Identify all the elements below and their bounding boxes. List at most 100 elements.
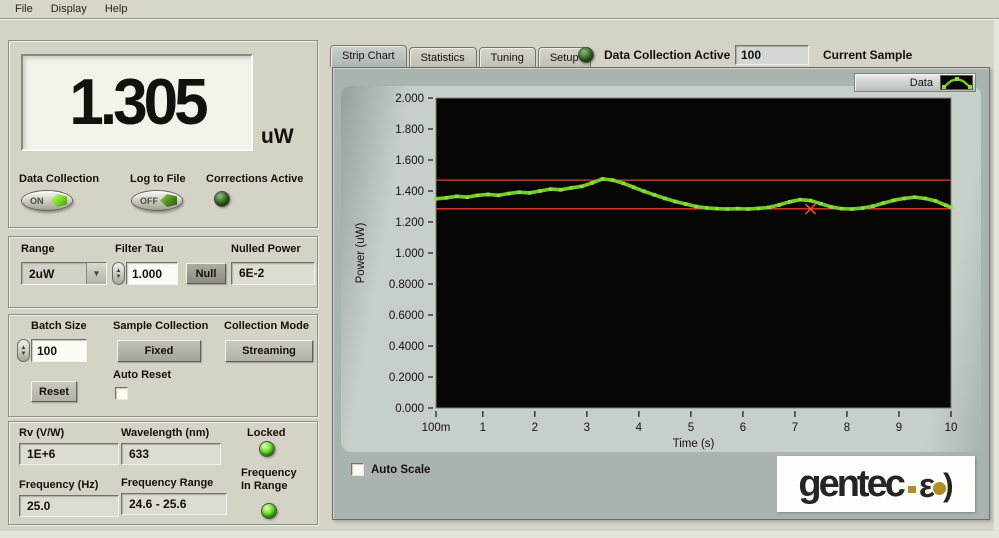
chevron-down-icon[interactable]: ▼ bbox=[86, 263, 106, 284]
data-point-marker bbox=[902, 197, 906, 201]
y-axis-tick-label: 1.200 bbox=[395, 217, 424, 229]
menu-display[interactable]: Display bbox=[42, 1, 96, 17]
rv-label: Rv (V/W) bbox=[19, 427, 64, 439]
tab-tuning[interactable]: Tuning bbox=[479, 47, 536, 67]
range-dropdown[interactable]: 2uW ▼ bbox=[21, 262, 107, 285]
power-readout-display: 1.305 bbox=[21, 54, 253, 151]
data-point-marker bbox=[778, 203, 782, 207]
x-axis-tick-label: 2 bbox=[532, 422, 538, 434]
current-sample-field[interactable] bbox=[735, 45, 809, 65]
collection-panel: Batch Size Sample Collection Collection … bbox=[8, 314, 318, 417]
x-axis-tick-label: 1 bbox=[480, 422, 486, 434]
tab-strip: Strip Chart Statistics Tuning Setup bbox=[330, 44, 593, 67]
data-point-marker bbox=[632, 185, 636, 189]
y-axis-tick-label: 0.2000 bbox=[389, 372, 424, 384]
data-point-marker bbox=[663, 197, 667, 201]
nulled-power-field: 6E-2 bbox=[231, 262, 315, 285]
power-readout-unit: uW bbox=[261, 125, 294, 149]
x-axis-tick-label: 10 bbox=[945, 422, 958, 434]
data-point-marker bbox=[455, 194, 459, 198]
legend-series-label: Data bbox=[910, 77, 933, 89]
y-axis-title: Power (uW) bbox=[355, 222, 367, 283]
frequency-in-range-label-line1: Frequency bbox=[241, 467, 297, 479]
data-point-marker bbox=[684, 202, 688, 206]
null-button[interactable]: Null bbox=[186, 263, 226, 284]
nulled-power-label: Nulled Power bbox=[231, 243, 301, 255]
data-point-marker bbox=[673, 200, 677, 204]
sample-collection-button[interactable]: Fixed bbox=[117, 340, 201, 362]
batch-size-spinner[interactable]: ▲ ▼ bbox=[17, 339, 30, 362]
toggle-arrow-icon bbox=[160, 194, 177, 207]
frequency-label: Frequency (Hz) bbox=[19, 479, 98, 491]
log-to-file-toggle[interactable]: OFF bbox=[131, 190, 183, 211]
chart-legend[interactable]: Data bbox=[854, 73, 976, 92]
data-collection-toggle[interactable]: ON bbox=[21, 190, 73, 211]
tab-strip-chart[interactable]: Strip Chart bbox=[330, 45, 407, 67]
range-label: Range bbox=[21, 243, 55, 255]
gentec-logo-word: gentec bbox=[798, 463, 902, 506]
y-axis-tick-label: 0.8000 bbox=[389, 279, 424, 291]
tab-statistics[interactable]: Statistics bbox=[409, 47, 477, 67]
y-axis-tick-label: 0.6000 bbox=[389, 310, 424, 322]
sample-collection-label: Sample Collection bbox=[113, 320, 208, 332]
x-axis-tick-label: 9 bbox=[896, 422, 902, 434]
data-point-marker bbox=[788, 200, 792, 204]
x-axis-tick-label: 6 bbox=[740, 422, 746, 434]
data-point-marker bbox=[798, 198, 802, 202]
sensor-panel: Rv (V/W) Wavelength (nm) Locked 1E+6 633… bbox=[8, 421, 318, 525]
spinner-down-icon[interactable]: ▼ bbox=[21, 351, 27, 357]
data-point-marker bbox=[528, 191, 532, 195]
data-point-marker bbox=[517, 190, 521, 194]
strip-chart-page: 2.0001.8001.6001.4001.2001.0000.80000.60… bbox=[332, 67, 990, 520]
data-point-marker bbox=[434, 197, 438, 201]
frequency-range-label: Frequency Range bbox=[121, 477, 213, 489]
frequency-in-range-label-line2: In Range bbox=[241, 480, 287, 492]
filter-tau-label: Filter Tau bbox=[115, 243, 164, 255]
filter-tau-spinner[interactable]: ▲ ▼ bbox=[112, 262, 125, 285]
collection-mode-button[interactable]: Streaming bbox=[225, 340, 313, 362]
rv-field: 1E+6 bbox=[19, 443, 119, 465]
wavelength-field: 633 bbox=[121, 443, 221, 465]
reset-button[interactable]: Reset bbox=[31, 381, 77, 402]
power-readout-value: 1.305 bbox=[69, 66, 204, 140]
data-point-marker bbox=[621, 181, 625, 185]
x-axis-tick-label: 3 bbox=[584, 422, 590, 434]
menu-file[interactable]: File bbox=[6, 1, 42, 17]
data-point-marker bbox=[497, 194, 501, 198]
filter-tau-field[interactable] bbox=[126, 262, 178, 285]
data-collection-toggle-state: ON bbox=[27, 196, 50, 206]
data-point-marker bbox=[705, 206, 709, 210]
frequency-field: 25.0 bbox=[19, 495, 119, 517]
x-axis-tick-label: 8 bbox=[844, 422, 850, 434]
data-point-marker bbox=[746, 207, 750, 211]
data-point-marker bbox=[465, 195, 469, 199]
range-dropdown-value: 2uW bbox=[22, 267, 86, 281]
data-point-marker bbox=[507, 192, 511, 196]
auto-scale-checkbox[interactable] bbox=[351, 463, 364, 476]
gentec-logo-dash bbox=[908, 486, 916, 493]
menu-help[interactable]: Help bbox=[96, 1, 137, 17]
sample-collection-value: Fixed bbox=[145, 345, 174, 357]
batch-size-field[interactable] bbox=[31, 339, 87, 362]
data-point-marker bbox=[549, 187, 553, 191]
data-point-marker bbox=[757, 207, 761, 211]
data-point-marker bbox=[486, 193, 490, 197]
corrections-active-label: Corrections Active bbox=[206, 173, 303, 185]
y-axis-tick-label: 0.4000 bbox=[389, 341, 424, 353]
data-point-marker bbox=[830, 205, 834, 209]
frequency-in-range-led bbox=[261, 503, 277, 519]
data-point-marker bbox=[642, 190, 646, 194]
locked-label: Locked bbox=[247, 427, 286, 439]
spinner-down-icon[interactable]: ▼ bbox=[116, 274, 122, 280]
log-to-file-label: Log to File bbox=[130, 173, 186, 185]
strip-chart[interactable]: 2.0001.8001.6001.4001.2001.0000.80000.60… bbox=[333, 68, 991, 521]
legend-line-icon[interactable] bbox=[940, 75, 973, 90]
x-axis-title: Time (s) bbox=[673, 438, 715, 450]
log-to-file-toggle-state: OFF bbox=[137, 196, 160, 206]
collection-mode-label: Collection Mode bbox=[224, 320, 309, 332]
auto-reset-checkbox[interactable] bbox=[115, 387, 128, 400]
collection-mode-value: Streaming bbox=[242, 345, 296, 357]
data-point-marker bbox=[611, 178, 615, 182]
plot-area[interactable] bbox=[436, 98, 951, 408]
current-sample-label: Current Sample bbox=[823, 48, 912, 62]
